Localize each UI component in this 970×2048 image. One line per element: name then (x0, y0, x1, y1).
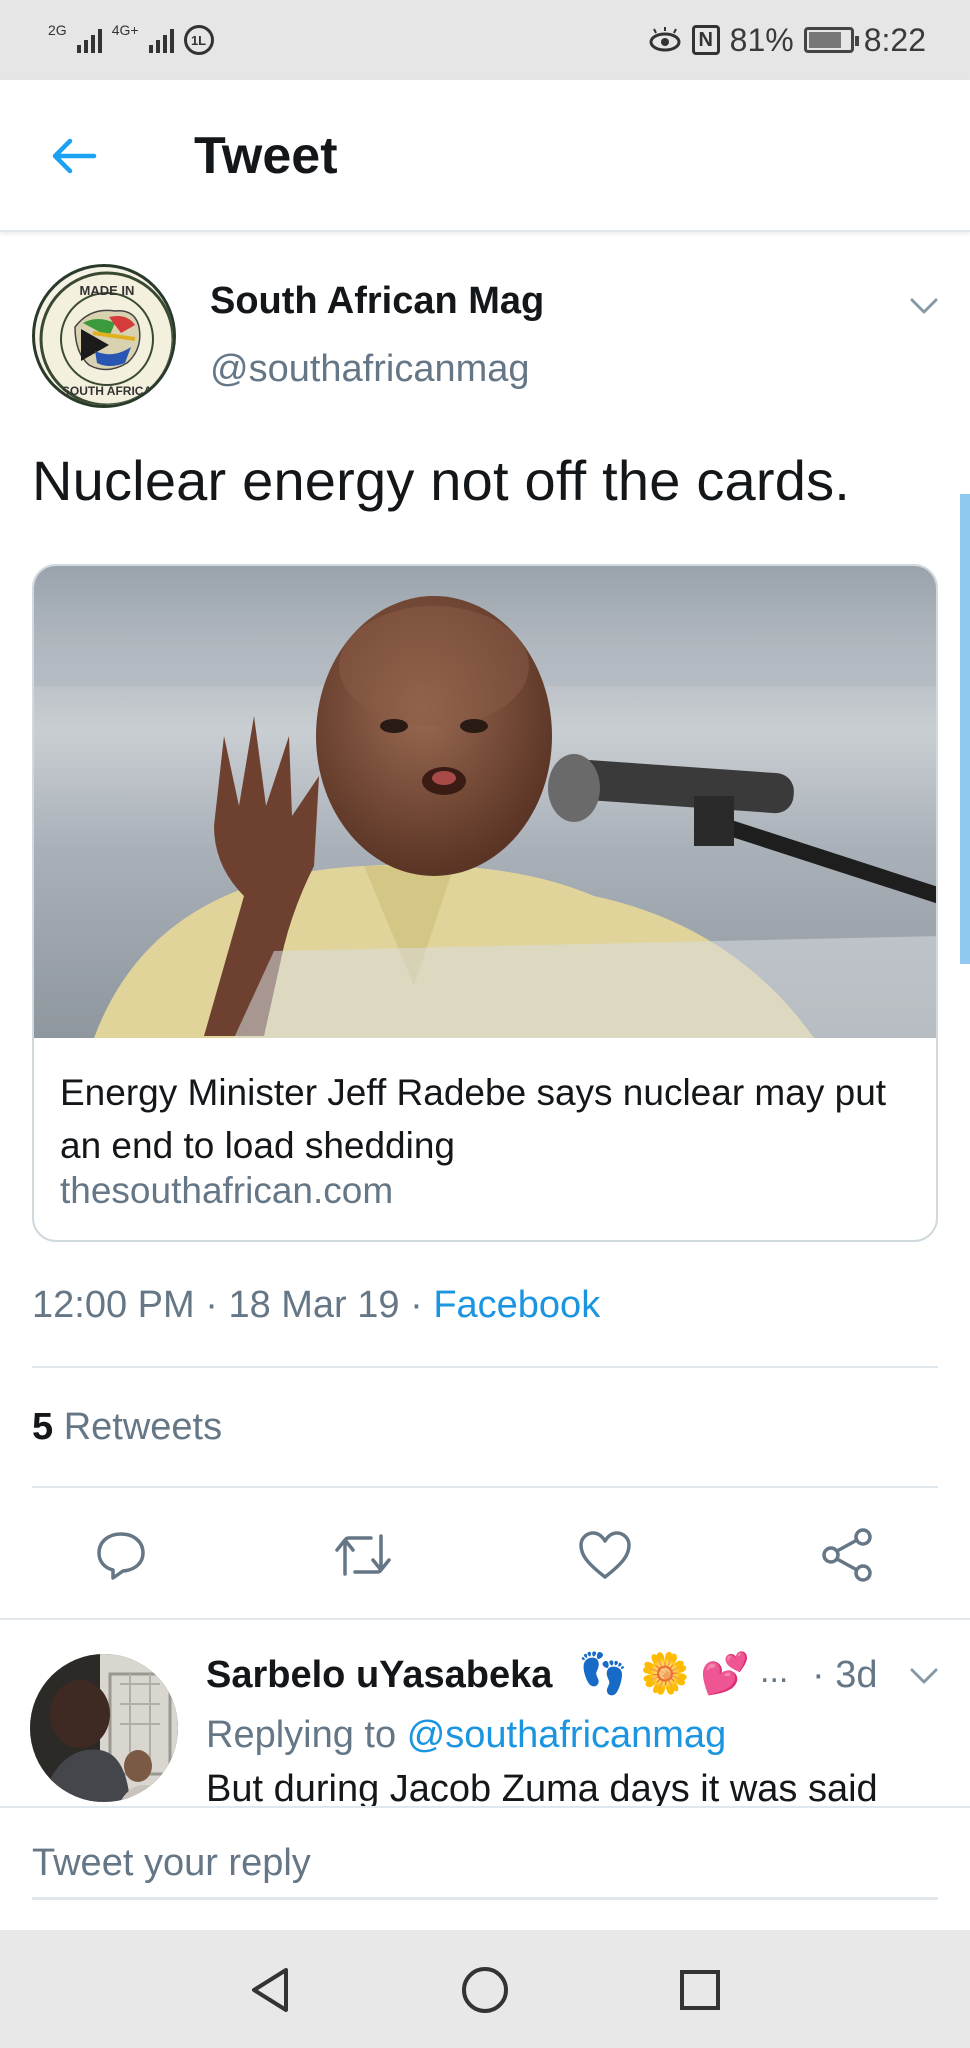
reply-icon (97, 1532, 145, 1580)
divider (32, 1366, 938, 1368)
reply-avatar[interactable] (30, 1654, 178, 1802)
tweet-options-button[interactable] (904, 286, 944, 326)
name-ellipsis: ... (760, 1652, 789, 1690)
status-bar: 2G 4G+ 1L N 81% 8:22 (0, 0, 970, 80)
top-app-bar: Tweet (0, 80, 970, 232)
retweet-stats[interactable]: 5 Retweets (32, 1406, 222, 1449)
data-saver-icon: 1L (183, 25, 214, 55)
replying-to-label: Replying to (206, 1714, 397, 1756)
nav-home-icon (462, 1967, 508, 2013)
card-image (34, 566, 936, 1038)
network-4g-label: 4G+ (111, 22, 139, 38)
reply-author-name[interactable]: Sarbelo uYasabeka (206, 1654, 552, 1697)
reply-options-button[interactable] (904, 1656, 944, 1696)
nav-back-button[interactable] (240, 1960, 300, 2020)
tweet-meta: 12:00 PM · 18 Mar 19 · Facebook (32, 1284, 600, 1327)
reply-composer (0, 1806, 970, 1930)
reply-input[interactable] (32, 1830, 938, 1900)
retweet-icon (335, 1534, 391, 1576)
emoji-hearts: 💕 (700, 1652, 750, 1696)
retweets-label: Retweets (63, 1406, 223, 1448)
retweet-count: 5 (32, 1406, 54, 1448)
share-icon (822, 1528, 872, 1582)
author-avatar[interactable]: MADE IN SOUTH AFRICA (32, 264, 176, 408)
reply-text: But during Jacob Zuma days it was said (206, 1768, 878, 1810)
tweet-date: 18 Mar 19 (228, 1284, 400, 1326)
eye-icon (649, 27, 681, 52)
reply-age: · 3d (812, 1654, 878, 1696)
signal-icon (76, 27, 102, 53)
network-2g-label: 2G (48, 22, 67, 38)
nav-recents-button[interactable] (670, 1960, 730, 2020)
logo-text-bottom: SOUTH AFRICA (62, 384, 153, 398)
nav-back-icon (252, 1968, 288, 2012)
scroll-indicator[interactable] (960, 494, 970, 964)
section-divider (0, 1618, 970, 1620)
divider (32, 1486, 938, 1488)
page-title: Tweet (194, 127, 338, 185)
link-card[interactable]: Energy Minister Jeff Radebe says nuclear… (32, 564, 938, 1242)
reply-button[interactable] (86, 1520, 156, 1590)
nav-home-button[interactable] (455, 1960, 515, 2020)
tweet-text: Nuclear energy not off the cards. (32, 449, 851, 512)
retweet-button[interactable] (328, 1520, 398, 1590)
reply-avatar-image (30, 1654, 178, 1802)
system-nav-bar (0, 1930, 970, 2048)
emoji-flower: 🌼 (640, 1652, 690, 1696)
author-handle[interactable]: @southafricanmag (210, 348, 530, 391)
nav-recents-icon (680, 1970, 720, 2010)
chevron-down-icon (910, 298, 938, 314)
meta-dot-2: · (410, 1284, 434, 1326)
author-name[interactable]: South African Mag (210, 280, 544, 323)
share-button[interactable] (812, 1520, 882, 1590)
like-icon (579, 1531, 631, 1579)
tweet-source-link[interactable]: Facebook (433, 1284, 600, 1326)
back-arrow-icon (52, 138, 97, 174)
tweet-time: 12:00 PM (32, 1284, 195, 1326)
made-in-south-africa-logo: MADE IN SOUTH AFRICA (39, 271, 173, 405)
clock: 8:22 (863, 21, 926, 58)
battery-percent: 81% (729, 21, 794, 58)
card-domain: thesouthafrican.com (60, 1170, 394, 1211)
logo-text-top: MADE IN (80, 283, 135, 298)
status-right: N 81% 8:22 (648, 20, 926, 60)
battery-icon (803, 27, 859, 53)
nfc-icon: N (691, 25, 720, 55)
tweet-actions (0, 1520, 970, 1590)
meta-dot: · (205, 1284, 229, 1326)
replying-to-handle[interactable]: @southafricanmag (407, 1714, 727, 1756)
signal-icon-2 (148, 27, 174, 53)
status-left: 2G 4G+ 1L (48, 20, 214, 60)
chevron-down-icon (910, 1668, 938, 1684)
emoji-footprints: 👣 (578, 1652, 628, 1696)
back-button[interactable] (46, 128, 102, 184)
replying-to: Replying to @southafricanmag (206, 1714, 726, 1757)
card-title: Energy Minister Jeff Radebe says nuclear… (60, 1072, 887, 1166)
like-button[interactable] (570, 1520, 640, 1590)
